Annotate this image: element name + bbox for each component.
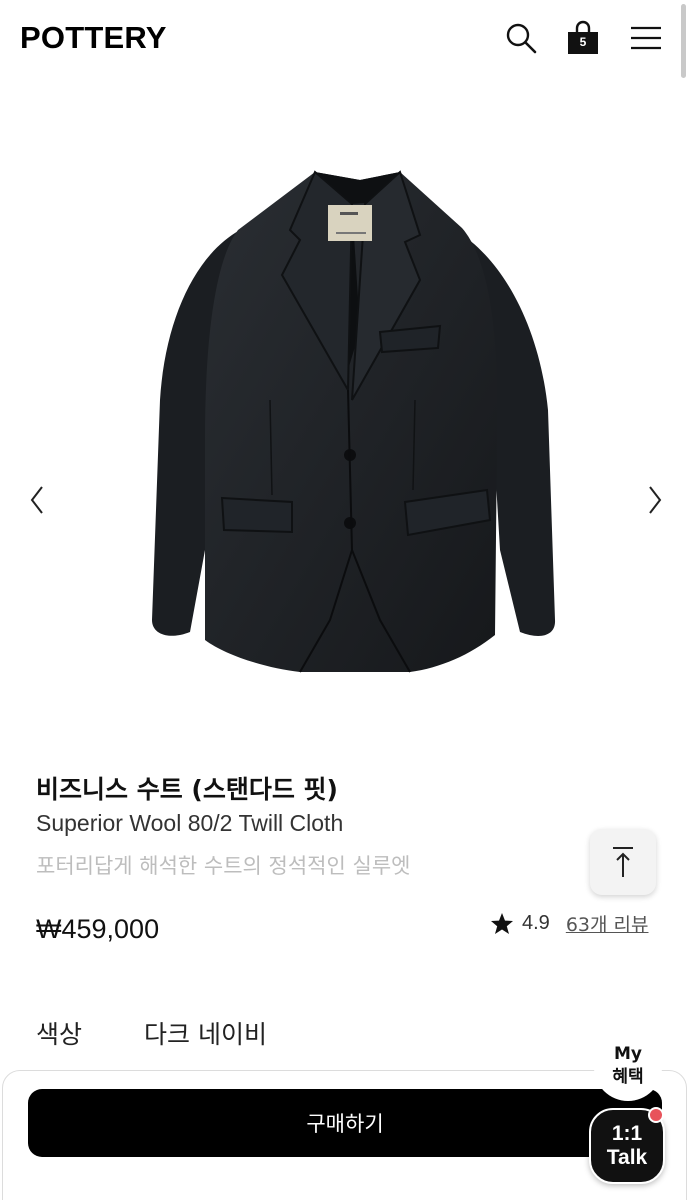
color-label: 색상 — [36, 1020, 83, 1049]
gallery-prev-button[interactable] — [22, 480, 52, 520]
gallery-next-button[interactable] — [640, 480, 670, 520]
search-icon[interactable] — [503, 20, 539, 56]
product-subtitle: Superior Wool 80/2 Twill Cloth — [36, 810, 344, 836]
rating-score: 4.9 — [522, 912, 550, 934]
my-benefit-label-2: 혜택 — [612, 1067, 644, 1087]
buy-button[interactable]: 구매하기 — [28, 1089, 662, 1157]
my-benefit-button[interactable]: My 혜택 — [594, 1031, 662, 1101]
star-icon — [491, 913, 513, 934]
product-price: ₩459,000 — [36, 914, 160, 944]
product-title: 비즈니스 수트 (스탠다드 핏) — [36, 775, 338, 804]
review-count-link[interactable]: 63개 리뷰 — [566, 910, 649, 937]
hamburger-menu-icon[interactable] — [628, 20, 664, 56]
chevron-left-icon — [30, 486, 43, 514]
color-value: 다크 네이비 — [144, 1020, 267, 1049]
product-description: 포터리답게 해석한 수트의 정석적인 실루엣 — [36, 854, 411, 878]
cart-count-badge: 5 — [579, 35, 587, 49]
product-rating: 4.9 63개 리뷰 — [490, 910, 648, 937]
shopping-bag-icon[interactable]: 5 — [565, 20, 601, 56]
arrow-up-icon — [613, 847, 633, 877]
chevron-right-icon — [649, 486, 662, 514]
scrollbar[interactable] — [681, 4, 686, 78]
brand-logo[interactable]: POTTERY — [20, 20, 167, 56]
my-benefit-label-1: My — [614, 1044, 642, 1064]
notification-dot — [648, 1107, 664, 1123]
scroll-to-top-button[interactable] — [590, 829, 656, 895]
product-image-gallery[interactable] — [0, 80, 689, 750]
header: POTTERY 5 — [0, 0, 689, 78]
talk-label-1: 1:1 — [611, 1122, 643, 1145]
talk-label-2: Talk — [606, 1146, 648, 1169]
product-jacket-image — [152, 170, 556, 673]
